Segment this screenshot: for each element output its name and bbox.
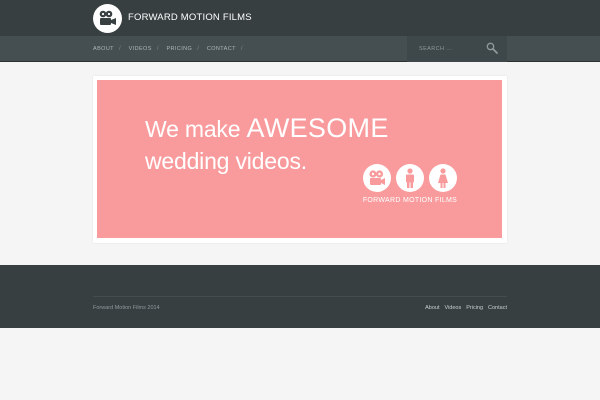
banner-camera-badge (363, 164, 391, 192)
site-logo[interactable] (93, 4, 122, 33)
banner-groom-badge (396, 164, 424, 192)
footer-link-pricing[interactable]: Pricing (466, 305, 483, 311)
footer-divider (93, 296, 507, 297)
film-camera-icon (99, 10, 116, 25)
nav-separator: / (197, 46, 199, 52)
headline-prefix: We make (145, 116, 247, 142)
footer-link-videos[interactable]: Videos (445, 305, 462, 311)
footer-link-about[interactable]: About (425, 305, 439, 311)
nav-separator: / (240, 46, 243, 52)
nav-item-videos[interactable]: VIDEOS (129, 46, 152, 52)
nav-item-about[interactable]: ABOUT (93, 46, 114, 52)
footer-copyright: Forward Motion Films 2014 (93, 305, 160, 311)
site-header (0, 0, 600, 36)
banner-headline-line2: wedding videos. (145, 148, 307, 174)
nav-item-contact[interactable]: CONTACT (207, 46, 236, 52)
banner-brand-caption: FORWARD MOTION FILMS (362, 197, 458, 204)
footer-nav: About Videos Pricing Contact (425, 305, 507, 311)
search-input[interactable] (419, 44, 485, 54)
groom-icon (406, 168, 414, 188)
nav-separator: / (118, 46, 121, 52)
main-navigation: ABOUT / VIDEOS / PRICING / CONTACT / (0, 36, 600, 62)
site-title[interactable]: FORWARD MOTION FILMS (128, 12, 252, 23)
nav-separator: / (156, 46, 159, 52)
bride-icon (438, 168, 448, 188)
footer-link-contact[interactable]: Contact (488, 305, 507, 311)
nav-menu: ABOUT / VIDEOS / PRICING / CONTACT / (93, 36, 251, 62)
headline-emphasis: AWESOME (246, 113, 389, 143)
banner-headline: We make AWESOME (145, 115, 389, 142)
nav-item-pricing[interactable]: PRICING (166, 46, 192, 52)
film-camera-icon (369, 170, 385, 185)
banner-bride-badge (429, 164, 457, 192)
search-icon[interactable] (486, 42, 498, 54)
